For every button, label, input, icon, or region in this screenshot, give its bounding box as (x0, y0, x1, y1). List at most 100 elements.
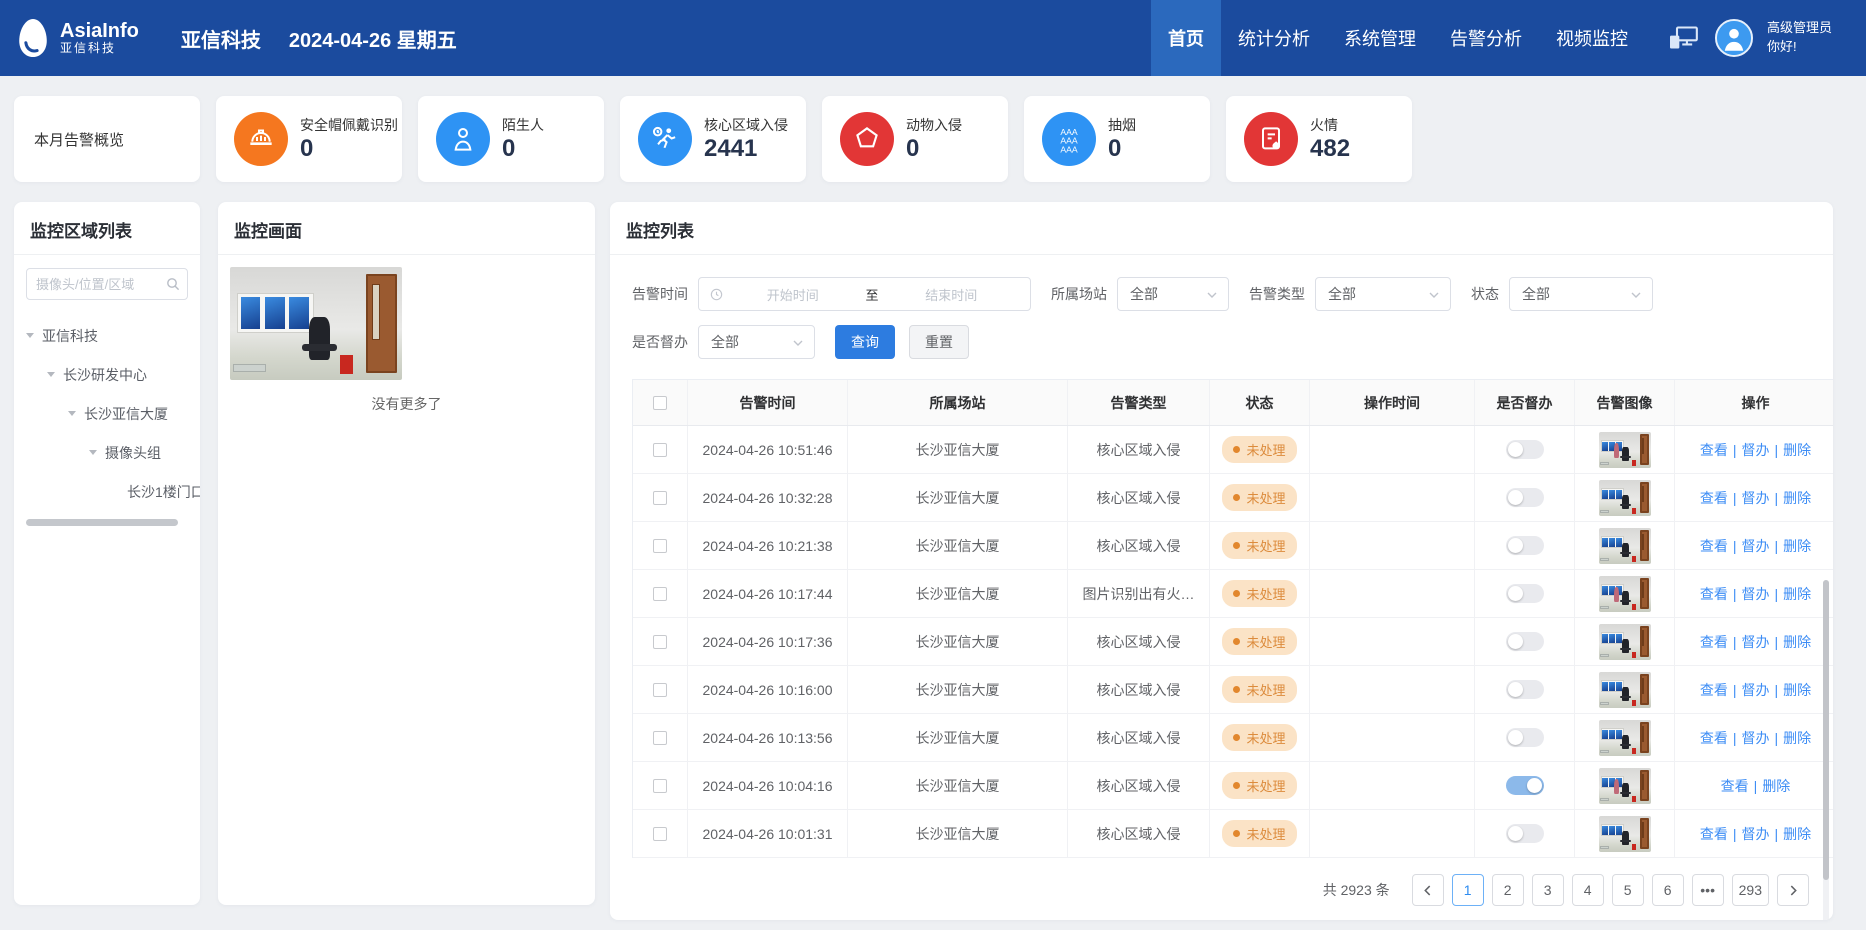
alarm-time-range-input[interactable]: 开始时间 至 结束时间 (698, 277, 1031, 311)
action-link-删除[interactable]: 删除 (1783, 632, 1811, 652)
page-ellipsis[interactable]: ••• (1692, 874, 1724, 906)
action-link-删除[interactable]: 删除 (1783, 584, 1811, 604)
supervise-toggle[interactable] (1506, 632, 1544, 651)
row-checkbox[interactable] (653, 731, 667, 745)
row-checkbox[interactable] (653, 635, 667, 649)
select-all-checkbox[interactable] (653, 396, 667, 410)
action-link-查看[interactable]: 查看 (1700, 536, 1728, 556)
status-badge: 未处理 (1222, 580, 1296, 607)
tree-node[interactable]: 长沙研发中心 (14, 355, 200, 394)
page-button-293[interactable]: 293 (1732, 874, 1769, 906)
action-link-删除[interactable]: 删除 (1783, 488, 1811, 508)
row-checkbox[interactable] (653, 683, 667, 697)
action-link-督办[interactable]: 督办 (1742, 584, 1770, 604)
alarm-thumbnail-image[interactable] (1599, 672, 1651, 708)
row-checkbox[interactable] (653, 779, 667, 793)
alarm-thumbnail-image[interactable] (1599, 768, 1651, 804)
row-actions: 查看|督办|删除 (1675, 522, 1833, 569)
action-link-督办[interactable]: 督办 (1742, 632, 1770, 652)
supervise-select[interactable]: 全部 (698, 325, 815, 359)
station-select[interactable]: 全部 (1117, 277, 1229, 311)
page-button-1[interactable]: 1 (1452, 874, 1484, 906)
tree-node[interactable]: 亚信科技 (14, 316, 200, 355)
search-icon[interactable] (165, 276, 181, 292)
action-link-督办[interactable]: 督办 (1742, 824, 1770, 844)
camera-search-input[interactable] (26, 268, 188, 300)
action-link-删除[interactable]: 删除 (1783, 728, 1811, 748)
nav-item-video-monitor[interactable]: 视频监控 (1539, 0, 1645, 76)
action-link-查看[interactable]: 查看 (1700, 488, 1728, 508)
action-link-查看[interactable]: 查看 (1700, 728, 1728, 748)
caret-down-icon[interactable] (26, 333, 34, 338)
row-checkbox[interactable] (653, 587, 667, 601)
user-avatar-icon[interactable] (1715, 19, 1753, 57)
start-time-placeholder[interactable]: 开始时间 (724, 285, 862, 304)
row-checkbox[interactable] (653, 491, 667, 505)
tree-node[interactable]: 摄像头组 (14, 433, 200, 472)
vertical-scrollbar[interactable] (1823, 580, 1829, 920)
tree-node[interactable]: 长沙1楼门口 (14, 472, 200, 511)
action-link-查看[interactable]: 查看 (1700, 584, 1728, 604)
link-separator: | (1770, 826, 1784, 842)
page-button-3[interactable]: 3 (1532, 874, 1564, 906)
alarm-thumbnail-image[interactable] (1599, 432, 1651, 468)
action-link-督办[interactable]: 督办 (1742, 440, 1770, 460)
alarm-thumbnail-image[interactable] (1599, 576, 1651, 612)
horizontal-scrollbar[interactable] (26, 519, 178, 526)
action-link-删除[interactable]: 删除 (1783, 440, 1811, 460)
alarm-thumbnail-image[interactable] (1599, 480, 1651, 516)
supervise-toggle[interactable] (1506, 536, 1544, 555)
row-checkbox[interactable] (653, 443, 667, 457)
alarm-thumbnail-image[interactable] (1599, 528, 1651, 564)
camera-preview-image[interactable] (230, 267, 402, 380)
nav-item-statistics[interactable]: 统计分析 (1221, 0, 1327, 76)
supervise-toggle[interactable] (1506, 824, 1544, 843)
end-time-placeholder[interactable]: 结束时间 (883, 285, 1021, 304)
action-link-删除[interactable]: 删除 (1783, 536, 1811, 556)
tree-node[interactable]: 长沙亚信大厦 (14, 394, 200, 433)
supervise-toggle[interactable] (1506, 584, 1544, 603)
prev-page-button[interactable] (1412, 874, 1444, 906)
action-link-查看[interactable]: 查看 (1700, 440, 1728, 460)
alarm-thumbnail-image[interactable] (1599, 720, 1651, 756)
action-link-删除[interactable]: 删除 (1783, 824, 1811, 844)
stranger-icon (436, 112, 490, 166)
nav-item-home[interactable]: 首页 (1151, 0, 1221, 76)
caret-down-icon[interactable] (89, 450, 97, 455)
action-link-查看[interactable]: 查看 (1700, 680, 1728, 700)
action-link-督办[interactable]: 督办 (1742, 536, 1770, 556)
page-button-4[interactable]: 4 (1572, 874, 1604, 906)
action-link-删除[interactable]: 删除 (1762, 776, 1790, 796)
query-button[interactable]: 查询 (835, 325, 895, 359)
nav-item-system-management[interactable]: 系统管理 (1327, 0, 1433, 76)
supervise-toggle[interactable] (1506, 776, 1544, 795)
supervise-toggle[interactable] (1506, 440, 1544, 459)
supervise-toggle[interactable] (1506, 728, 1544, 747)
page-button-2[interactable]: 2 (1492, 874, 1524, 906)
total-count: 共 2923 条 (1323, 880, 1390, 900)
action-link-督办[interactable]: 督办 (1742, 488, 1770, 508)
page-button-5[interactable]: 5 (1612, 874, 1644, 906)
nav-item-alarm-analysis[interactable]: 告警分析 (1433, 0, 1539, 76)
action-link-删除[interactable]: 删除 (1783, 680, 1811, 700)
action-link-督办[interactable]: 督办 (1742, 680, 1770, 700)
reset-button[interactable]: 重置 (909, 325, 969, 359)
multi-screen-icon[interactable] (1667, 24, 1701, 52)
supervise-toggle[interactable] (1506, 680, 1544, 699)
alarm-thumbnail-image[interactable] (1599, 624, 1651, 660)
caret-down-icon[interactable] (47, 372, 55, 377)
alarm-type-select[interactable]: 全部 (1315, 277, 1451, 311)
row-checkbox[interactable] (653, 539, 667, 553)
wall-board (237, 293, 314, 333)
action-link-查看[interactable]: 查看 (1700, 632, 1728, 652)
page-button-6[interactable]: 6 (1652, 874, 1684, 906)
status-select[interactable]: 全部 (1509, 277, 1653, 311)
supervise-toggle[interactable] (1506, 488, 1544, 507)
next-page-button[interactable] (1777, 874, 1809, 906)
action-link-督办[interactable]: 督办 (1742, 728, 1770, 748)
alarm-thumbnail-image[interactable] (1599, 816, 1651, 852)
caret-down-icon[interactable] (68, 411, 76, 416)
action-link-查看[interactable]: 查看 (1721, 776, 1749, 796)
action-link-查看[interactable]: 查看 (1700, 824, 1728, 844)
row-checkbox[interactable] (653, 827, 667, 841)
